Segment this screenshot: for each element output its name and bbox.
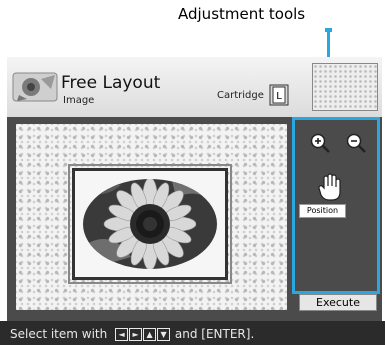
zoom-out-icon[interactable] <box>345 132 367 154</box>
position-tool-label[interactable]: Position <box>299 204 346 218</box>
print-preview-thumbnail <box>312 63 378 111</box>
cartridge-label: Cartridge <box>217 90 264 101</box>
page-title: Free Layout <box>61 73 161 93</box>
status-bar: Select item with ◄ ► ▲ ▼ and [ENTER]. <box>0 321 385 345</box>
free-layout-icon <box>12 72 58 102</box>
header-bar: Free Layout Image Cartridge L <box>7 57 382 117</box>
status-suffix: and [ENTER]. <box>174 326 255 341</box>
cartridge-size-text: L <box>276 91 282 102</box>
image-selection-frame[interactable] <box>68 164 232 284</box>
page-subtitle: Image <box>63 95 95 106</box>
adjustment-tools-panel: Position Execute <box>292 117 380 311</box>
sunflower-image <box>83 179 217 269</box>
up-arrow-icon: ▲ <box>143 327 157 341</box>
right-arrow-icon: ► <box>129 327 143 341</box>
arrow-keys-hint: ◄ ► ▲ ▼ <box>115 327 171 341</box>
cartridge-icon: L <box>269 84 289 106</box>
adjustment-tools-callout-label: Adjustment tools <box>178 5 306 23</box>
status-prefix: Select item with <box>10 326 108 341</box>
down-arrow-icon: ▼ <box>157 327 171 341</box>
left-arrow-icon: ◄ <box>115 327 129 341</box>
status-hint: Select item with ◄ ► ▲ ▼ and [ENTER]. <box>10 326 254 341</box>
hand-icon[interactable] <box>316 172 344 202</box>
execute-button[interactable]: Execute <box>299 294 377 311</box>
zoom-in-icon[interactable] <box>309 132 331 154</box>
layout-canvas[interactable] <box>16 124 287 310</box>
